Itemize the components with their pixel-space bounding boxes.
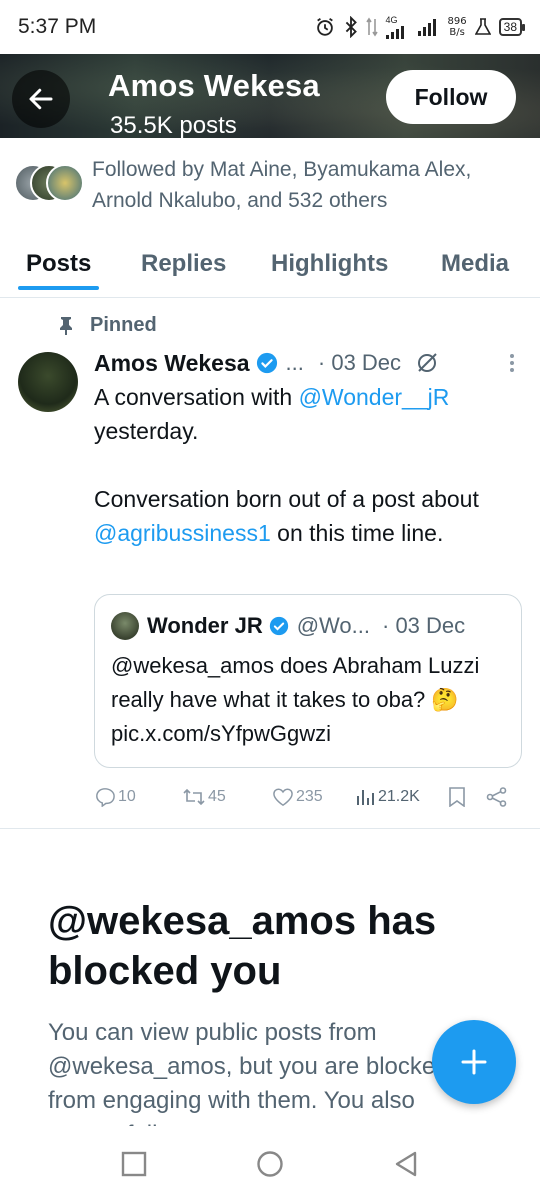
square-icon (121, 1151, 147, 1177)
heart-icon (273, 788, 293, 807)
avatar (46, 164, 84, 202)
tab-highlights[interactable]: Highlights (271, 236, 388, 278)
circle-icon (257, 1151, 283, 1177)
back-button[interactable] (12, 70, 70, 128)
profile-header: Amos Wekesa 35.5K posts Follow (0, 54, 540, 138)
back-nav-button[interactable] (390, 1148, 422, 1180)
repost-icon (183, 788, 205, 806)
system-navigation-bar (0, 1126, 540, 1200)
status-icons: 4G 896 B/s 38 (314, 15, 526, 39)
compose-button[interactable] (432, 1020, 516, 1104)
views-button[interactable]: 21.2K (356, 788, 420, 806)
reply-icon (96, 788, 115, 807)
verified-badge-icon (256, 352, 277, 374)
posts-count: 35.5K posts (110, 112, 237, 138)
bookmark-icon (449, 787, 465, 807)
plus-icon (461, 1049, 487, 1075)
triangle-back-icon (395, 1151, 417, 1177)
followed-by[interactable]: Followed by Mat Aine, Byamukama Alex, Ar… (0, 148, 540, 222)
avatar[interactable] (18, 352, 78, 412)
status-time: 5:37 PM (18, 15, 97, 38)
pinned-label: Pinned (58, 314, 157, 337)
post-handle: ... (285, 350, 304, 375)
tab-media[interactable]: Media (441, 236, 509, 278)
quoted-handle: @Wo... (296, 613, 370, 638)
post-text: A conversation with @Wonder__jR yesterda… (94, 384, 479, 546)
flask-icon (474, 18, 491, 36)
post-header: Amos Wekesa ... · 03 Dec (94, 346, 524, 380)
post-actions: 10 45 235 21.2K (94, 782, 524, 812)
views-chart-icon (357, 790, 374, 805)
share-button[interactable] (486, 787, 508, 807)
pin-icon (60, 316, 72, 335)
signal-4g-icon: 4G (385, 15, 410, 39)
verified-badge-icon (269, 616, 288, 636)
quoted-post[interactable]: Wonder JR @Wo... · 03 Dec @wekesa_amos d… (94, 594, 522, 768)
post-author[interactable]: Amos Wekesa (94, 350, 250, 377)
followers-avatars (14, 164, 86, 204)
post-date: · 03 Dec (317, 350, 402, 375)
battery-indicator: 38 (498, 18, 526, 36)
share-icon (486, 787, 507, 807)
net-speed: 896 B/s (447, 16, 467, 38)
bluetooth-icon (344, 16, 358, 38)
active-tab-indicator (18, 286, 100, 290)
mention-link[interactable]: @Wonder__jR (299, 384, 450, 410)
home-button[interactable] (254, 1148, 286, 1180)
reply-button[interactable]: 10 (94, 787, 136, 807)
follow-button[interactable]: Follow (386, 70, 516, 124)
arrow-left-icon (29, 88, 53, 110)
grok-icon[interactable] (415, 351, 439, 375)
data-transfer-icon (365, 17, 378, 37)
like-button[interactable]: 235 (272, 787, 323, 807)
recents-button[interactable] (118, 1148, 150, 1180)
profile-tabs: Posts Replies Highlights Media (0, 236, 540, 298)
status-bar: 5:37 PM 4G 896 B/s 38 (0, 0, 540, 54)
quoted-date: · 03 Dec (382, 613, 466, 638)
more-options-icon[interactable] (508, 352, 516, 374)
bookmark-button[interactable] (448, 787, 466, 807)
repost-button[interactable]: 45 (182, 787, 226, 807)
mention-link[interactable]: @agribussiness1 (94, 520, 271, 546)
tab-posts[interactable]: Posts (18, 236, 100, 290)
divider (0, 828, 540, 829)
blocked-description: You can view public posts from @wekesa_a… (48, 1019, 449, 1126)
alarm-icon (314, 16, 336, 38)
quoted-text: @wekesa_amos does Abraham Luzzi really h… (111, 653, 480, 746)
quoted-post-header: Wonder JR @Wo... · 03 Dec (111, 611, 465, 641)
avatar (111, 612, 139, 640)
tab-replies[interactable]: Replies (141, 236, 226, 278)
blocked-title: @wekesa_amos has blocked you (48, 899, 437, 993)
signal-icon (417, 18, 440, 36)
quoted-author: Wonder JR (147, 613, 263, 638)
profile-name: Amos Wekesa (108, 68, 320, 103)
followed-by-text: Followed by Mat Aine, Byamukama Alex, Ar… (92, 158, 472, 212)
